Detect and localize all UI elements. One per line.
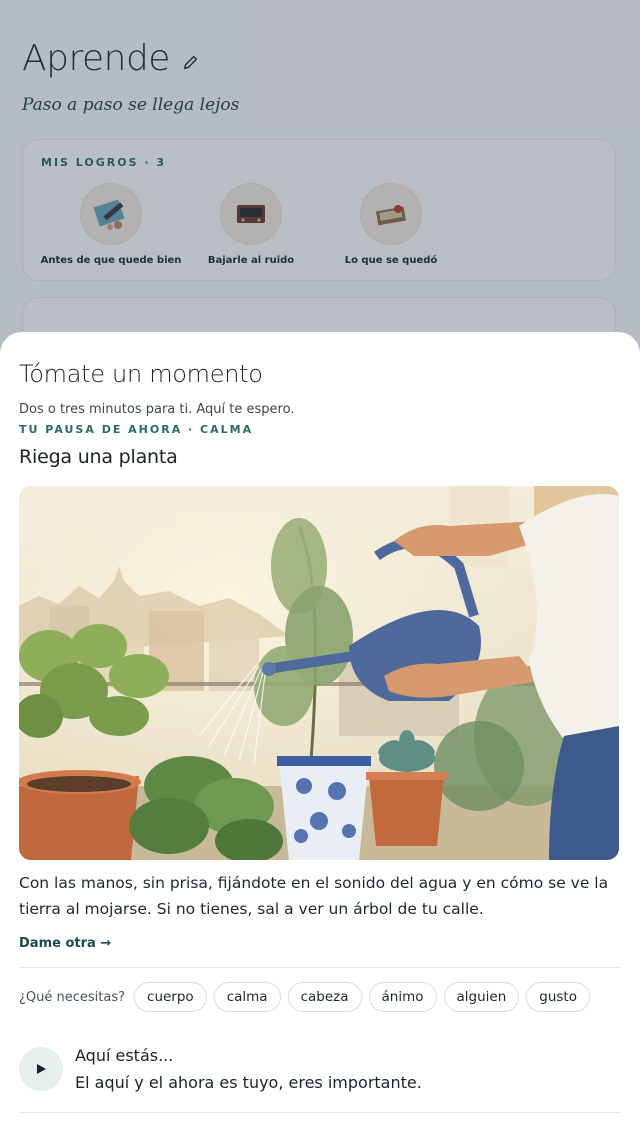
another-suggestion-link[interactable]: Dame otra → [19,936,111,951]
pause-tag: TU PAUSA DE AHORA · CALMA [19,423,254,436]
sheet-title: Tómate un momento [19,360,263,388]
watering-plant-illustration [19,486,619,860]
need-chip-cuerpo[interactable]: cuerpo [134,982,207,1012]
player-line-1: Aquí estás... [75,1046,174,1065]
audio-player: Aquí estás... El aquí y el ahora es tuyo… [19,1042,621,1096]
sheet-subtitle: Dos o tres minutos para ti. Aquí te espe… [19,402,295,417]
need-chip-gusto[interactable]: gusto [526,982,590,1012]
pause-sheet: Tómate un momento Dos o tres minutos par… [0,332,640,1138]
divider [19,1112,621,1113]
need-chip-alguien[interactable]: alguien [443,982,520,1012]
player-line-2: El aquí y el ahora es tuyo, eres importa… [75,1073,422,1092]
divider [19,967,621,968]
needs-selector: ¿Qué necesitas? cuerpo calma cabeza ánim… [19,982,621,1012]
activity-title: Riega una planta [19,446,178,468]
need-chip-cabeza[interactable]: cabeza [287,982,362,1012]
need-chip-animo[interactable]: ánimo [368,982,437,1012]
play-icon [37,1064,46,1074]
need-chip-calma[interactable]: calma [213,982,281,1012]
play-button[interactable] [19,1047,63,1091]
needs-question: ¿Qué necesitas? [19,989,126,1005]
player-message: Aquí estás... El aquí y el ahora es tuyo… [75,1042,422,1096]
activity-description: Con las manos, sin prisa, fijándote en e… [19,874,609,918]
